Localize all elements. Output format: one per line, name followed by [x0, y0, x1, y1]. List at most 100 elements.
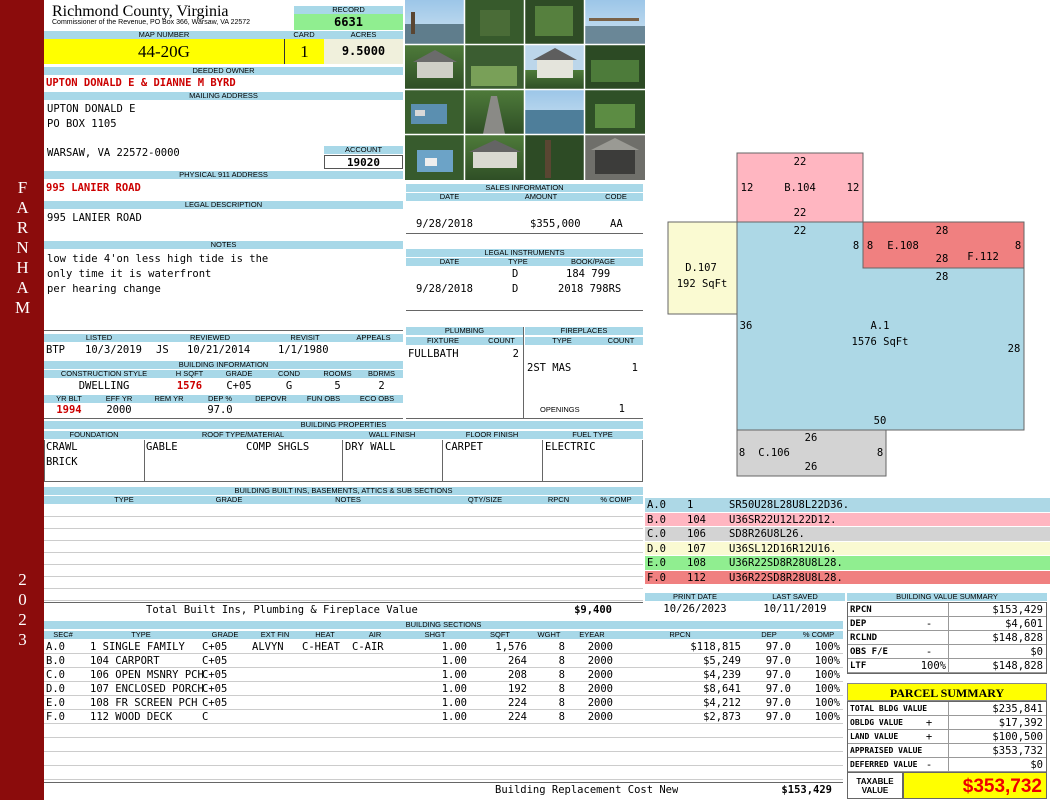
section-cell: 97.0: [765, 655, 791, 667]
sketch-label: B.104: [784, 182, 816, 194]
section-cell: C+05: [202, 683, 228, 695]
section-cell: 2000: [587, 683, 613, 695]
sketch-label: 26: [805, 432, 818, 444]
listed-label: LISTED: [44, 334, 154, 342]
legend-c: U36R22SD8R28U8L28.: [729, 571, 843, 584]
value-row: LTF 100% $148,828: [848, 659, 1046, 673]
bi-cond: G: [285, 380, 293, 392]
section-cell: 8: [558, 641, 565, 653]
section-cell: $4,239: [703, 669, 741, 681]
summary-sign: +: [925, 717, 933, 729]
account-label: ACCOUNT: [324, 146, 403, 154]
sketch-label: 22: [794, 225, 807, 237]
photo-3: [525, 0, 584, 44]
record-label: RECORD: [294, 6, 403, 14]
print-date-label: PRINT DATE: [645, 593, 745, 601]
li-head-bookpage: BOOK/PAGE: [543, 258, 643, 266]
building-sketch[interactable]: 22 12 B.104 12 22 22 8 8 E.108 28 28 F.1…: [645, 0, 1050, 495]
section-row: D.0 107 ENCLOSED PORCH C+05 1.00 192 8 2000 $8,…: [44, 682, 843, 696]
section-row: C.0 106 OPEN MSNRY PCH C+05 1.00 208 8 2000 $4,…: [44, 668, 843, 682]
legend-b: 107: [687, 542, 706, 555]
print-date: 10/26/2023: [663, 603, 727, 615]
sales-head-date: DATE: [406, 193, 493, 201]
tax-year: 2023: [13, 570, 32, 650]
summary-key: LTF: [850, 661, 867, 671]
section-cell: 1.00: [441, 697, 467, 709]
sketch-label: 28: [936, 253, 949, 265]
divider: [406, 233, 643, 234]
section-cell: 2000: [587, 711, 613, 723]
legend-a: A.0: [647, 499, 666, 511]
parcel-summary-table: TOTAL BLDG VALUE $235,841 OBLDG VALUE + $17,…: [847, 701, 1047, 773]
section-head: EYEAR: [568, 631, 616, 639]
legend-row: E.0 108 U36R22SD8R28U8L28.: [645, 556, 1050, 571]
section-cell: 100%: [814, 655, 840, 667]
card-label: CARD: [284, 31, 324, 39]
legend-row: C.0 106 SD8R26U8L26.: [645, 527, 1050, 542]
section-cell: 97.0: [765, 683, 791, 695]
taxable-value: $353,732: [903, 772, 1047, 799]
legal-description: 995 LANIER ROAD: [47, 212, 142, 224]
sections-legend: A.0 1 SR50U28L28U8L22D36. B.0 104 U36SR22U12L…: [645, 498, 1050, 585]
photo-2: [465, 0, 524, 44]
sales-head-code: CODE: [589, 193, 643, 201]
mailing-address-label: MAILING ADDRESS: [44, 92, 403, 100]
summary-value: $0: [1030, 759, 1043, 771]
sale-amount: $355,000: [530, 218, 581, 230]
plumbing-count: 2: [512, 348, 519, 360]
notes-label: NOTES: [44, 241, 403, 249]
county-title: Richmond County, Virginia: [52, 3, 229, 20]
section-cell: 1.00: [441, 669, 467, 681]
section-cell: 1.00: [441, 683, 467, 695]
photo-7: [525, 45, 584, 89]
bi-head-funobs: FUN OBS: [296, 395, 351, 403]
parcel-row: TOTAL BLDG VALUE $235,841: [848, 702, 1046, 716]
section-cell: 2000: [587, 641, 613, 653]
plumbing-head-fixture: FIXTURE: [406, 337, 480, 345]
li-head-type: TYPE: [493, 258, 543, 266]
section-cell: 100%: [814, 669, 840, 681]
legend-c: U36SL12D16R12U16.: [729, 542, 837, 555]
account-number: 19020: [324, 155, 403, 169]
building-properties-label: BUILDING PROPERTIES: [44, 421, 643, 429]
section-head: SHGT: [400, 631, 470, 639]
legend-c: SR50U28L28U8L22D36.: [729, 499, 850, 511]
bi-dep-pct: 97.0: [207, 404, 233, 416]
sketch-label: 8: [1015, 240, 1021, 252]
section-head: % COMP: [794, 631, 843, 639]
section-cell: 264: [508, 655, 527, 667]
photo-10: [465, 90, 524, 134]
sketch-label: E.108: [887, 240, 919, 252]
legend-c: SD8R26U8L26.: [729, 528, 805, 540]
parcel-summary-label: PARCEL SUMMARY: [847, 683, 1047, 701]
card-number: 1: [284, 39, 324, 64]
notes-line-1: low tide 4'on less high tide is the: [47, 253, 269, 265]
section-cell: C+05: [202, 697, 228, 709]
mailing-line-1: UPTON DONALD E: [47, 103, 136, 115]
fireplaces-head-type: TYPE: [525, 337, 599, 345]
value-row: RCLND $148,828: [848, 631, 1046, 645]
reviewed-label: REVIEWED: [154, 334, 266, 342]
sketch-label: 26: [805, 461, 818, 473]
property-photos[interactable]: [405, 0, 645, 180]
prop-head-wall: WALL FINISH: [342, 431, 442, 439]
bi-style: DWELLING: [78, 380, 130, 392]
section-cell: 100%: [814, 697, 840, 709]
divider: [44, 418, 403, 419]
section-cell: 97.0: [765, 697, 791, 709]
sections-empty-rows: [44, 724, 843, 782]
summary-sign: -: [925, 646, 933, 658]
section-cell: 224: [508, 711, 527, 723]
summary-value: $153,429: [992, 604, 1043, 616]
sketch-label: 192 SqFt: [677, 278, 728, 290]
sketch-label: 28: [1008, 343, 1021, 355]
summary-value: $148,828: [992, 660, 1043, 672]
section-cell: C+05: [202, 669, 228, 681]
acres-label: ACRES: [324, 31, 403, 39]
summary-key: RPCN: [850, 605, 872, 615]
section-head: RPCN: [616, 631, 744, 639]
section-head: AIR: [350, 631, 400, 639]
last-saved-date: 10/11/2019: [763, 603, 827, 615]
summary-key: OBS F/E: [850, 647, 888, 657]
section-head: SQFT: [470, 631, 530, 639]
